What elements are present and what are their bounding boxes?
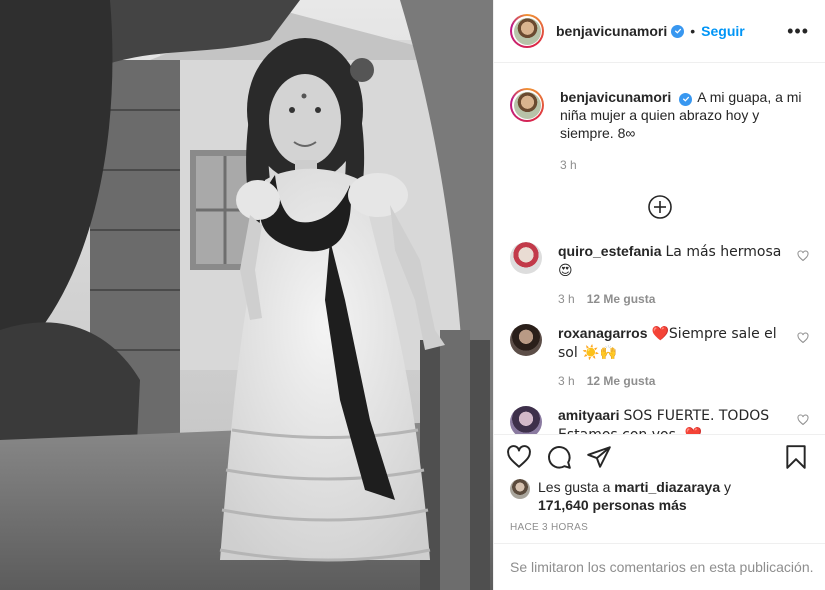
- caption: benjavicunamori A mi guapa, a mi niña muj…: [510, 64, 809, 172]
- likes-count[interactable]: 171,640 personas más: [538, 497, 687, 513]
- comment-body: quiro_estefania La más hermosa 😍 3 h 12 Me…: [558, 242, 809, 306]
- comment-avatar[interactable]: [510, 242, 542, 274]
- plus-circle-icon[interactable]: [647, 194, 673, 220]
- bookmark-icon[interactable]: [783, 444, 809, 470]
- comment-likes[interactable]: 12 Me gusta: [587, 374, 656, 388]
- post-header: benjavicunamori • Seguir •••: [494, 0, 825, 63]
- heart-icon[interactable]: [797, 414, 809, 426]
- caption-username[interactable]: benjavicunamori: [560, 89, 671, 105]
- author-avatar[interactable]: [510, 14, 544, 48]
- comment-likes[interactable]: 12 Me gusta: [587, 292, 656, 306]
- comment-item: roxanagarros ❤️Siempre sale el sol ☀️🙌 3 …: [510, 324, 809, 388]
- comment-avatar[interactable]: [510, 406, 542, 434]
- likes-text: Les gusta a marti_diazaraya y 171,640 pe…: [538, 478, 731, 514]
- comments-list[interactable]: benjavicunamori A mi guapa, a mi niña muj…: [494, 64, 825, 434]
- liker-username[interactable]: marti_diazaraya: [614, 479, 720, 495]
- header-separator: •: [690, 23, 696, 39]
- author-username[interactable]: benjavicunamori: [556, 23, 667, 39]
- post-photo[interactable]: [0, 0, 493, 590]
- caption-avatar[interactable]: [510, 88, 544, 122]
- comments-limited-notice: Se limitaron los comentarios en esta pub…: [494, 543, 825, 590]
- load-more-comments[interactable]: [510, 194, 809, 220]
- comment-time[interactable]: 3 h: [558, 374, 575, 388]
- heart-icon[interactable]: [506, 444, 532, 470]
- caption-body: benjavicunamori A mi guapa, a mi niña muj…: [560, 88, 809, 172]
- likes-connector: y: [724, 479, 732, 495]
- follow-button[interactable]: Seguir: [701, 23, 745, 39]
- post-side-panel: benjavicunamori • Seguir ••• benjavicuna…: [493, 0, 825, 590]
- avatar-image: [513, 17, 541, 45]
- avatar-image: [513, 91, 541, 119]
- comment-text-block: amityaariSOS FUERTE. TODOS Estamos con v…: [558, 406, 787, 434]
- liker-avatar[interactable]: [510, 479, 530, 499]
- verified-icon: [679, 92, 693, 106]
- caption-time[interactable]: 3 h: [560, 158, 809, 172]
- share-icon[interactable]: [586, 444, 612, 470]
- likes-summary: Les gusta a marti_diazaraya y 171,640 pe…: [510, 478, 809, 514]
- post-modal: benjavicunamori • Seguir ••• benjavicuna…: [0, 0, 825, 590]
- comment-body: roxanagarros ❤️Siempre sale el sol ☀️🙌 3 …: [558, 324, 809, 388]
- comment-username[interactable]: quiro_estefania: [558, 243, 661, 259]
- comment-username[interactable]: roxanagarros: [558, 325, 647, 341]
- comment-icon[interactable]: [546, 444, 572, 470]
- comment-item: quiro_estefania La más hermosa 😍 3 h 12 Me…: [510, 242, 809, 306]
- comment-time[interactable]: 3 h: [558, 292, 575, 306]
- comment-item: amityaariSOS FUERTE. TODOS Estamos con v…: [510, 406, 809, 434]
- post-actions: [494, 434, 825, 478]
- caption-text-block: benjavicunamori A mi guapa, a mi niña muj…: [560, 88, 809, 142]
- post-timestamp[interactable]: HACE 3 HORAS: [510, 522, 588, 533]
- comment-text-block: roxanagarros ❤️Siempre sale el sol ☀️🙌: [558, 324, 787, 362]
- avatar-ring-inner: [512, 16, 542, 46]
- comment-meta: 3 h 12 Me gusta: [558, 292, 787, 306]
- comment-avatar[interactable]: [510, 324, 542, 356]
- heart-icon[interactable]: [797, 332, 809, 344]
- photo-illustration: [0, 0, 493, 590]
- heart-icon[interactable]: [797, 250, 809, 262]
- comment-username[interactable]: amityaari: [558, 407, 619, 423]
- verified-icon: [671, 24, 685, 38]
- comment-body: amityaariSOS FUERTE. TODOS Estamos con v…: [558, 406, 809, 434]
- more-options-icon[interactable]: •••: [787, 21, 809, 42]
- comment-meta: 3 h 12 Me gusta: [558, 374, 787, 388]
- avatar-ring-inner: [512, 90, 542, 120]
- likes-prefix: Les gusta a: [538, 479, 611, 495]
- comment-text-block: quiro_estefania La más hermosa 😍: [558, 242, 787, 280]
